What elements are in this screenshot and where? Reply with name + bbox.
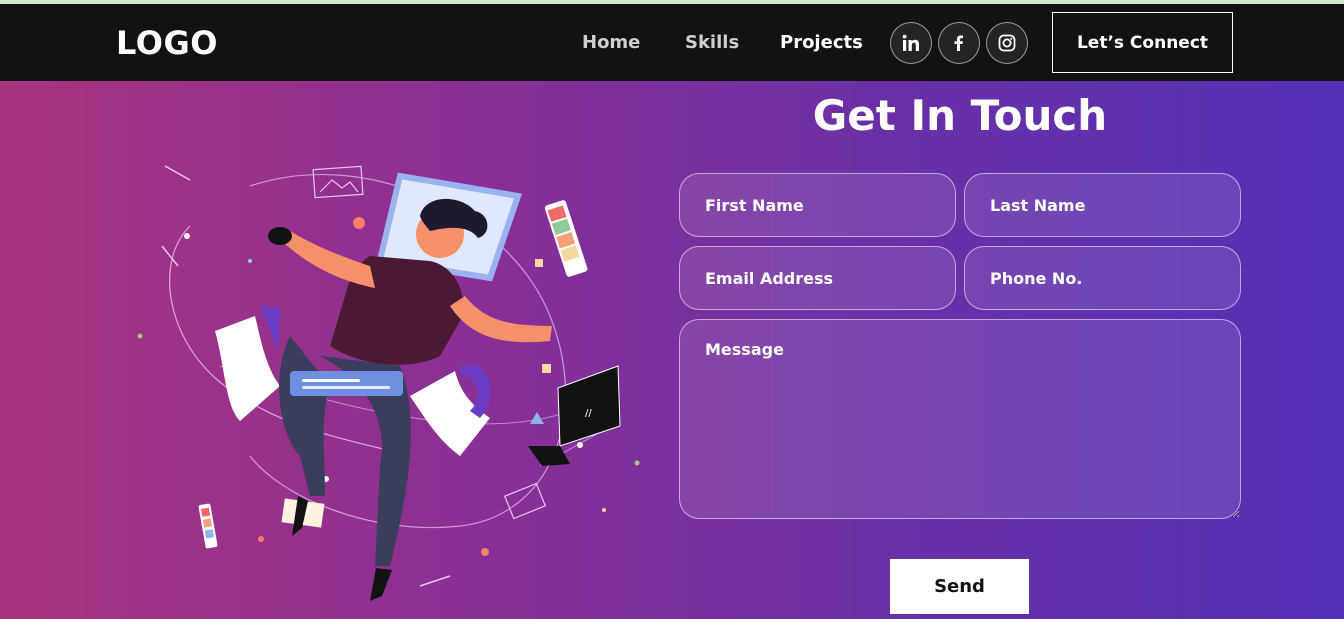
nav-link-skills[interactable]: Skills [685, 32, 739, 53]
navbar: LOGO Home Skills Projects Let’s Connect [0, 4, 1344, 81]
facebook-button[interactable] [938, 22, 980, 64]
message-textarea[interactable] [679, 319, 1241, 519]
nav-link-home[interactable]: Home [582, 32, 640, 53]
linkedin-button[interactable] [890, 22, 932, 64]
phone-input[interactable] [964, 246, 1241, 310]
last-name-input[interactable] [964, 173, 1241, 237]
page-title: Get In Touch [812, 91, 1108, 140]
svg-text://: // [585, 408, 592, 419]
contact-illustration: // [137, 165, 640, 601]
send-button[interactable]: Send [890, 559, 1029, 614]
email-input[interactable] [679, 246, 956, 310]
nav-link-projects[interactable]: Projects [780, 32, 863, 53]
instagram-icon [998, 34, 1016, 52]
linkedin-icon [902, 34, 919, 51]
logo[interactable]: LOGO [116, 24, 218, 62]
facebook-icon [954, 35, 963, 51]
instagram-button[interactable] [986, 22, 1028, 64]
first-name-input[interactable] [679, 173, 956, 237]
contact-section: // Get In Touch Send [0, 81, 1344, 619]
lets-connect-button[interactable]: Let’s Connect [1052, 12, 1233, 73]
